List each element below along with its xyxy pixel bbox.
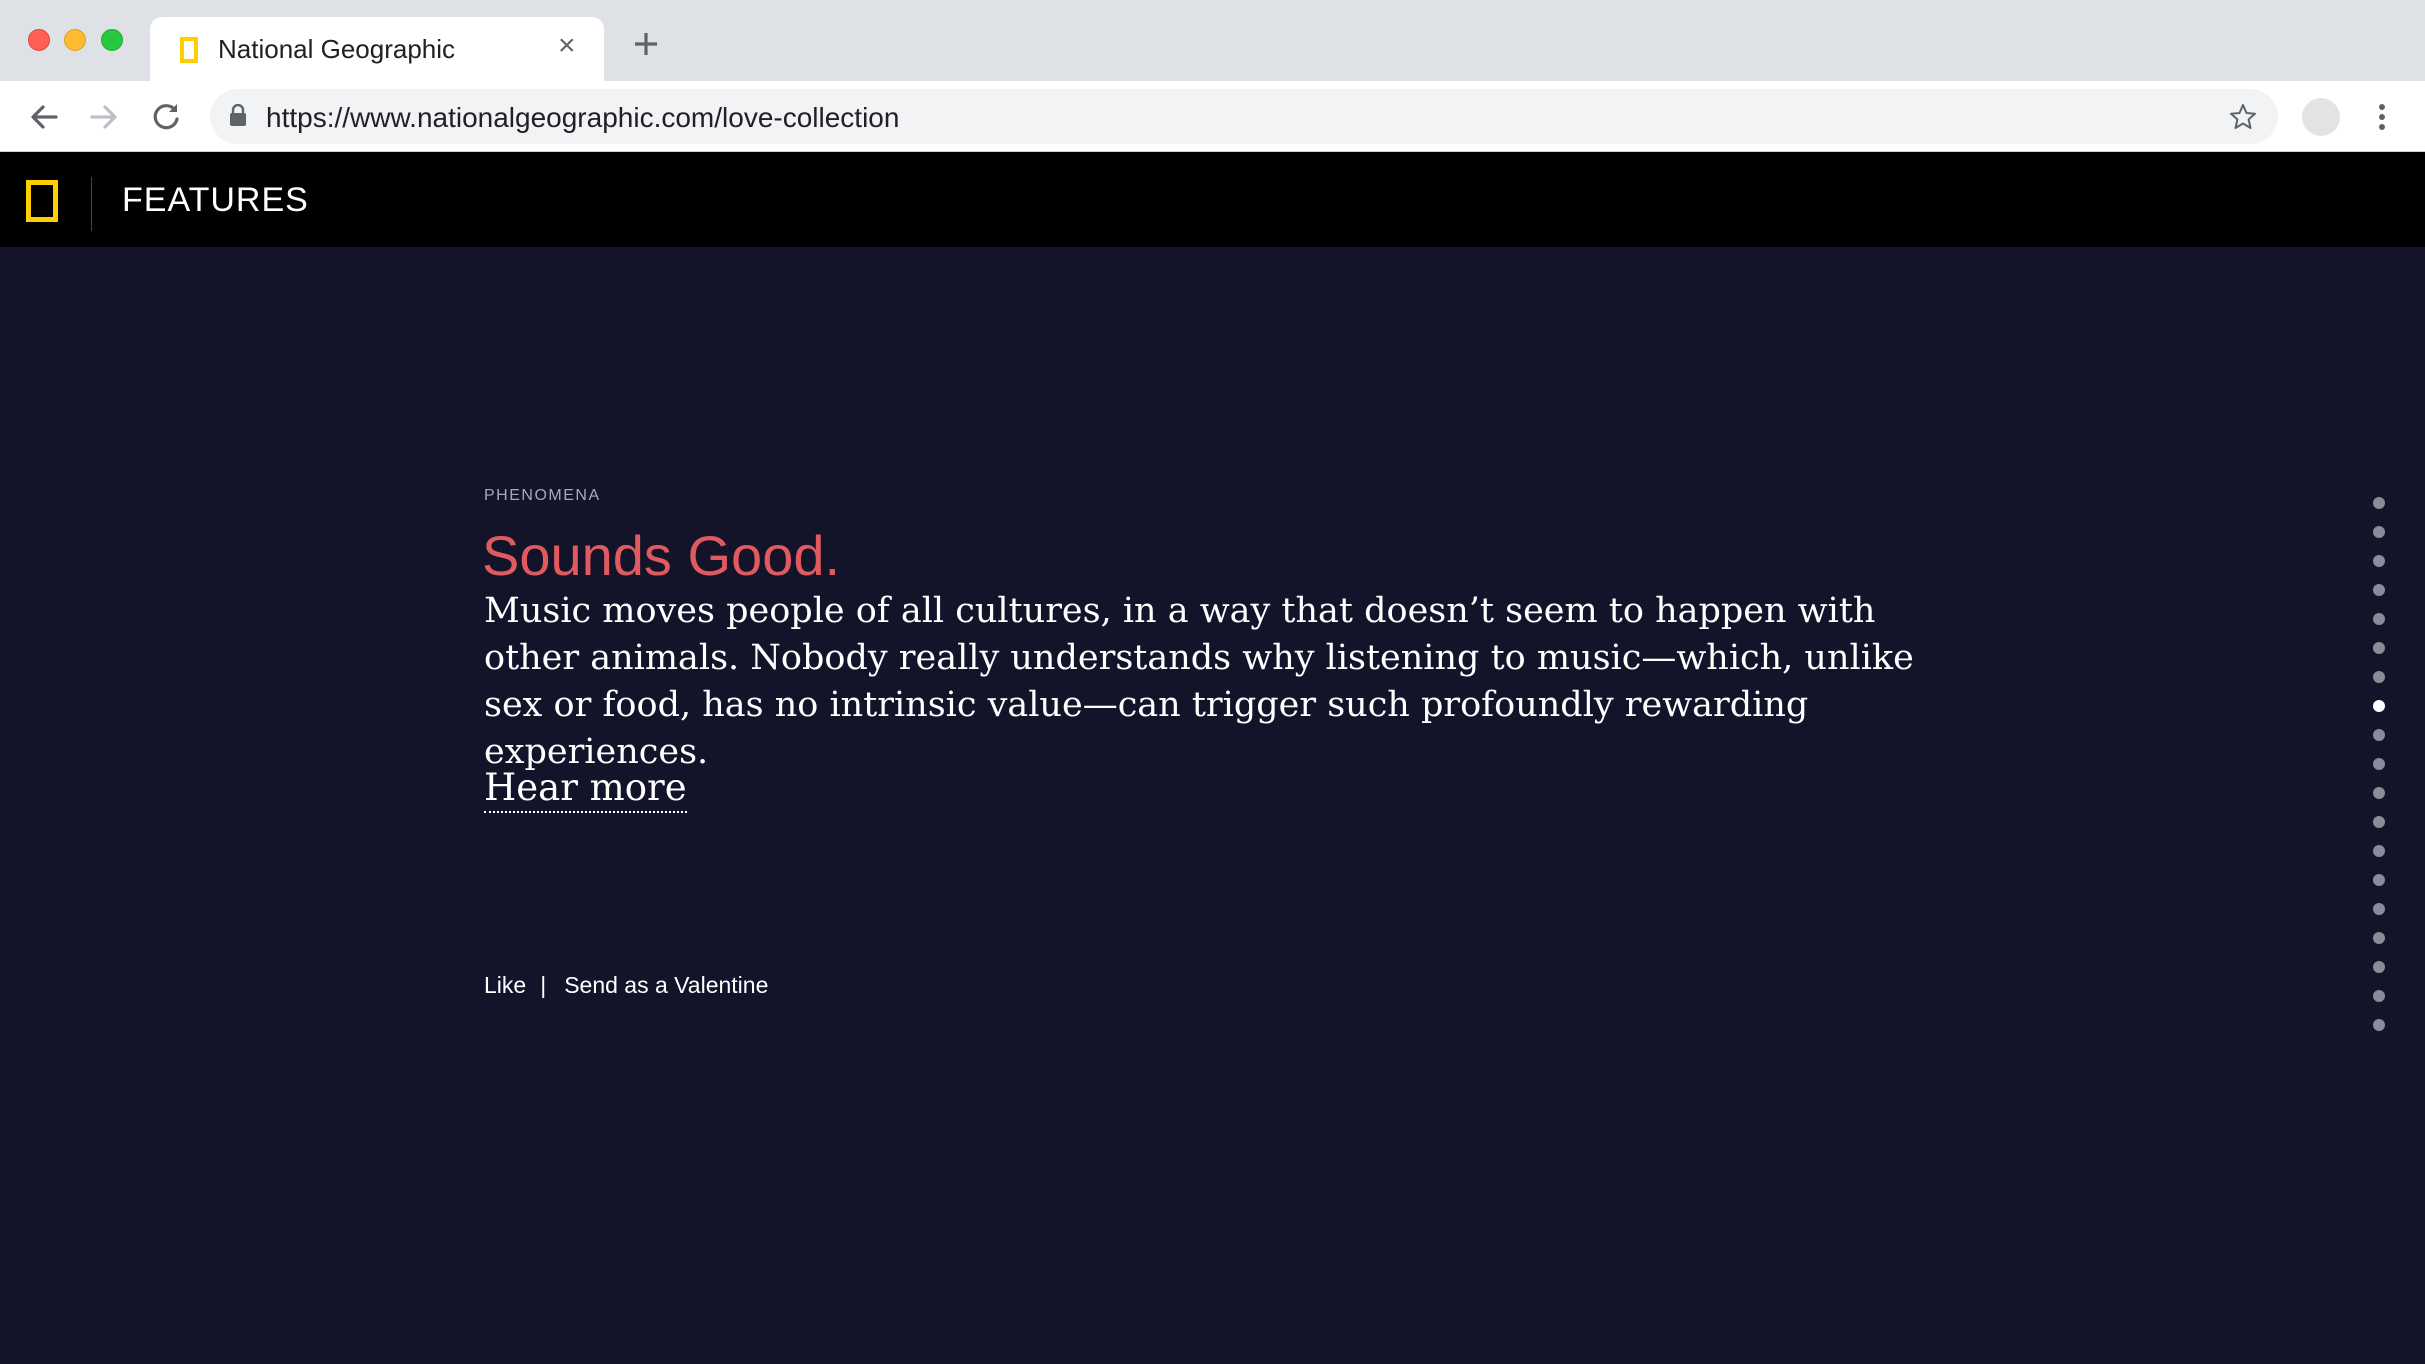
article-body: Music moves people of all cultures, in a… bbox=[484, 591, 1914, 772]
profile-avatar[interactable] bbox=[2302, 98, 2340, 136]
pagination-dot[interactable] bbox=[2373, 729, 2385, 741]
browser-tab[interactable]: National Geographic × bbox=[150, 17, 604, 81]
pagination-dot[interactable] bbox=[2373, 758, 2385, 770]
pagination-dot[interactable] bbox=[2373, 1019, 2385, 1031]
tab-title: National Geographic bbox=[218, 34, 456, 64]
forward-arrow-icon[interactable] bbox=[86, 99, 122, 135]
section-title[interactable]: FEATURES bbox=[122, 181, 309, 220]
pagination-dot[interactable] bbox=[2373, 526, 2385, 538]
tab-strip: National Geographic × bbox=[0, 0, 2425, 81]
lock-icon bbox=[230, 103, 246, 126]
maximize-window-button[interactable] bbox=[101, 29, 123, 51]
pagination-dot[interactable] bbox=[2373, 584, 2385, 596]
natgeo-logo-icon[interactable] bbox=[26, 180, 58, 222]
site-header: FEATURES bbox=[0, 152, 2425, 247]
article-headline: Sounds Good. bbox=[482, 524, 841, 587]
slide-pagination bbox=[2373, 497, 2387, 1048]
pagination-dot[interactable] bbox=[2373, 555, 2385, 567]
pagination-dot[interactable] bbox=[2373, 671, 2385, 683]
pagination-dot[interactable] bbox=[2373, 613, 2385, 625]
close-window-button[interactable] bbox=[28, 29, 50, 51]
natgeo-favicon-icon bbox=[180, 37, 198, 63]
actions-separator: | bbox=[540, 972, 547, 998]
browser-chrome: National Geographic × https://www.nation… bbox=[0, 0, 2425, 152]
pagination-dot[interactable] bbox=[2373, 497, 2385, 509]
pagination-dot[interactable] bbox=[2373, 845, 2385, 857]
url-text[interactable]: https://www.nationalgeographic.com/love-… bbox=[266, 102, 899, 134]
reload-icon[interactable] bbox=[148, 99, 184, 135]
back-arrow-icon[interactable] bbox=[26, 99, 62, 135]
hear-more-link[interactable]: Hear more bbox=[484, 766, 687, 813]
pagination-dot[interactable] bbox=[2373, 903, 2385, 915]
browser-toolbar: https://www.nationalgeographic.com/love-… bbox=[0, 81, 2425, 152]
feature-stage: PHENOMENA Sounds Good. Music moves peopl… bbox=[0, 247, 2425, 1364]
address-bar[interactable]: https://www.nationalgeographic.com/love-… bbox=[210, 89, 2278, 144]
pagination-dot[interactable] bbox=[2373, 787, 2385, 799]
more-menu-icon[interactable] bbox=[2372, 99, 2392, 135]
pagination-dot[interactable] bbox=[2373, 816, 2385, 828]
tab-close-icon[interactable]: × bbox=[558, 31, 576, 61]
minimize-window-button[interactable] bbox=[64, 29, 86, 51]
pagination-dot[interactable] bbox=[2373, 932, 2385, 944]
new-tab-icon[interactable] bbox=[630, 28, 662, 60]
pagination-dot[interactable] bbox=[2373, 961, 2385, 973]
pagination-dot[interactable] bbox=[2373, 874, 2385, 886]
send-valentine-button[interactable]: Send as a Valentine bbox=[564, 972, 768, 999]
article-actions: Like | Send as a Valentine bbox=[484, 972, 768, 999]
pagination-dot[interactable] bbox=[2373, 990, 2385, 1002]
pagination-dot[interactable] bbox=[2373, 642, 2385, 654]
bookmark-star-icon[interactable] bbox=[2228, 102, 2258, 132]
pagination-dot-active[interactable] bbox=[2373, 700, 2385, 712]
like-button[interactable]: Like bbox=[484, 972, 526, 999]
category-label: PHENOMENA bbox=[484, 487, 601, 504]
header-divider bbox=[91, 177, 92, 231]
